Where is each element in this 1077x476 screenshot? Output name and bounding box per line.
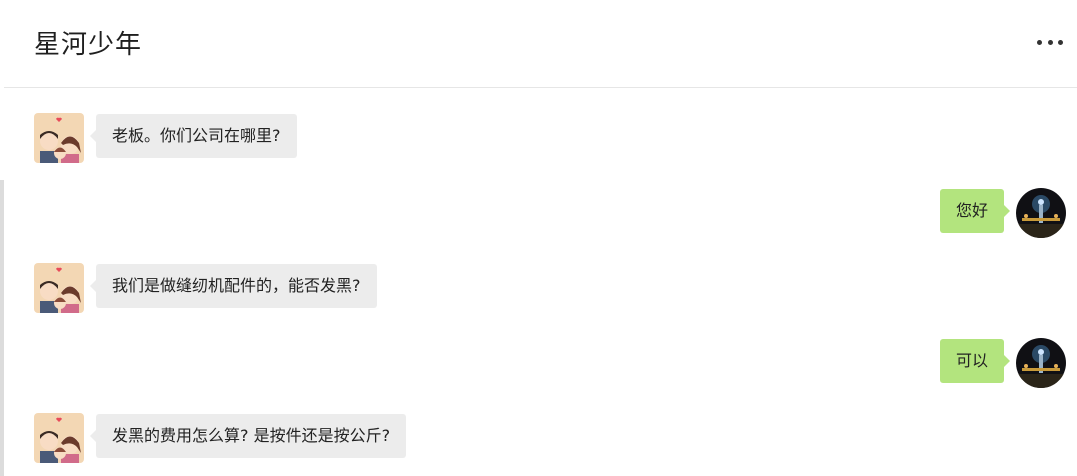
outgoing-message-bubble[interactable]: 可以 [939, 339, 1011, 383]
incoming-message-bubble[interactable]: 我们是做缝纫机配件的，能否发黑? [90, 264, 377, 308]
user-avatar[interactable] [1016, 188, 1066, 238]
contact-avatar[interactable] [34, 263, 84, 313]
message-row: 您好 [766, 188, 1066, 238]
incoming-message-bubble[interactable]: 老板。你们公司在哪里? [90, 114, 297, 158]
message-row: 发黑的费用怎么算? 是按件还是按公斤? [34, 413, 634, 463]
outgoing-message-bubble[interactable]: 您好 [939, 189, 1011, 233]
scroll-track[interactable] [0, 180, 4, 476]
chat-header: 星河少年 [4, 0, 1077, 88]
user-avatar[interactable] [1016, 338, 1066, 388]
contact-avatar[interactable] [34, 113, 84, 163]
contact-avatar[interactable] [34, 413, 84, 463]
message-row: 可以 [766, 338, 1066, 388]
incoming-message-bubble[interactable]: 发黑的费用怎么算? 是按件还是按公斤? [89, 414, 407, 458]
message-row: 老板。你们公司在哪里? [34, 113, 634, 163]
chat-title: 星河少年 [34, 30, 143, 60]
more-options-icon[interactable] [1037, 32, 1063, 52]
message-row: 我们是做缝纫机配件的，能否发黑? [34, 263, 634, 313]
